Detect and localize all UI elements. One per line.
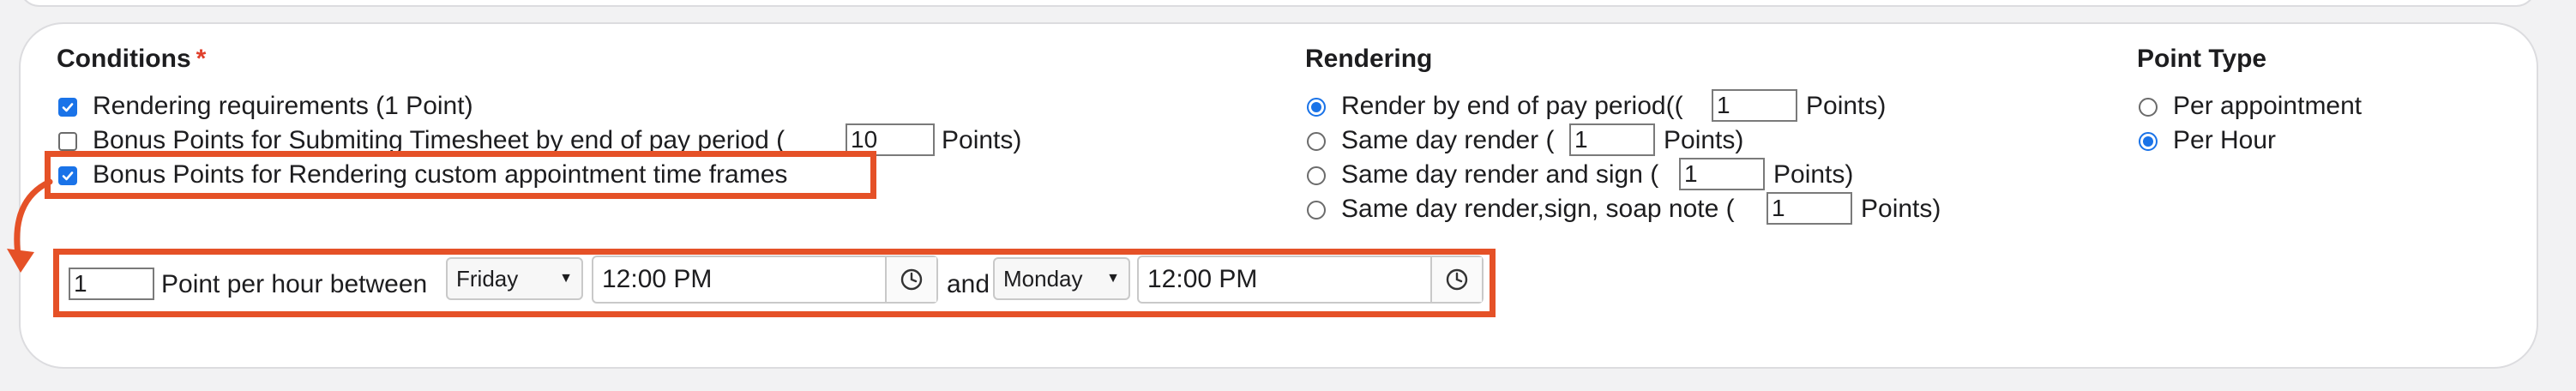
render-end-of-pay-period-points-input[interactable]: 1	[1712, 89, 1797, 122]
per-appointment-radio[interactable]	[2139, 98, 2158, 117]
same-day-render-label: Same day render (	[1341, 126, 1555, 154]
per-appointment-label: Per appointment	[2173, 92, 2362, 120]
points-per-hour-input[interactable]: 1	[69, 268, 154, 300]
same-day-render-sign-soap-radio[interactable]	[1307, 201, 1326, 220]
end-time-value: 12:00 PM	[1147, 265, 1258, 293]
same-day-render-sign-suffix: Points)	[1773, 160, 1854, 189]
same-day-render-sign-soap-label: Same day render,sign, soap note (	[1341, 195, 1735, 223]
point-per-hour-label: Point per hour between	[161, 270, 428, 298]
checkmark-icon	[62, 171, 74, 181]
chevron-down-icon: ▼	[559, 271, 573, 286]
clock-icon	[900, 268, 923, 291]
point-type-heading: Point Type	[2137, 45, 2267, 73]
same-day-render-sign-soap-points-input[interactable]: 1	[1766, 192, 1852, 225]
render-end-of-pay-period-suffix: Points)	[1806, 92, 1887, 120]
conditions-card: Conditions * Rendering requirements (1 Po…	[7, 22, 2538, 369]
rendering-requirements-label: Rendering requirements (1 Point)	[93, 92, 473, 120]
conditions-heading-text: Conditions	[57, 45, 191, 73]
clock-icon	[1446, 268, 1468, 291]
timesheet-bonus-checkbox[interactable]	[58, 132, 77, 151]
conditions-heading: Conditions *	[57, 45, 206, 74]
and-label: and	[947, 270, 990, 298]
chevron-down-icon: ▼	[1106, 271, 1120, 286]
end-day-value: Monday	[1003, 265, 1083, 292]
end-time-picker[interactable]: 12:00 PM	[1137, 256, 1484, 304]
same-day-render-points-input[interactable]: 1	[1569, 123, 1655, 156]
same-day-render-suffix: Points)	[1664, 126, 1744, 154]
per-hour-label: Per Hour	[2173, 126, 2277, 154]
same-day-render-radio[interactable]	[1307, 132, 1326, 151]
rendering-heading: Rendering	[1305, 45, 1433, 73]
rendering-requirements-checkbox[interactable]	[58, 98, 77, 117]
checkmark-icon	[62, 103, 74, 112]
start-time-value: 12:00 PM	[602, 265, 713, 293]
end-time-clock-button[interactable]	[1430, 257, 1482, 302]
start-day-select[interactable]: Friday ▼	[446, 257, 583, 300]
end-day-select[interactable]: Monday ▼	[993, 257, 1130, 300]
timesheet-bonus-points-suffix: Points)	[942, 126, 1022, 154]
per-hour-radio[interactable]	[2139, 132, 2158, 151]
start-time-clock-button[interactable]	[885, 257, 936, 302]
start-day-value: Friday	[456, 265, 519, 292]
same-day-render-sign-radio[interactable]	[1307, 166, 1326, 185]
same-day-render-sign-points-input[interactable]: 1	[1679, 158, 1765, 190]
custom-timeframe-label: Bonus Points for Rendering custom appoin…	[93, 160, 788, 189]
render-end-of-pay-period-radio[interactable]	[1307, 98, 1326, 117]
start-time-picker[interactable]: 12:00 PM	[592, 256, 938, 304]
render-end-of-pay-period-label: Render by end of pay period((	[1341, 92, 1683, 120]
previous-section-card	[19, 0, 2537, 7]
same-day-render-sign-soap-suffix: Points)	[1861, 195, 1941, 223]
same-day-render-sign-label: Same day render and sign (	[1341, 160, 1659, 189]
required-asterisk: *	[196, 45, 207, 73]
